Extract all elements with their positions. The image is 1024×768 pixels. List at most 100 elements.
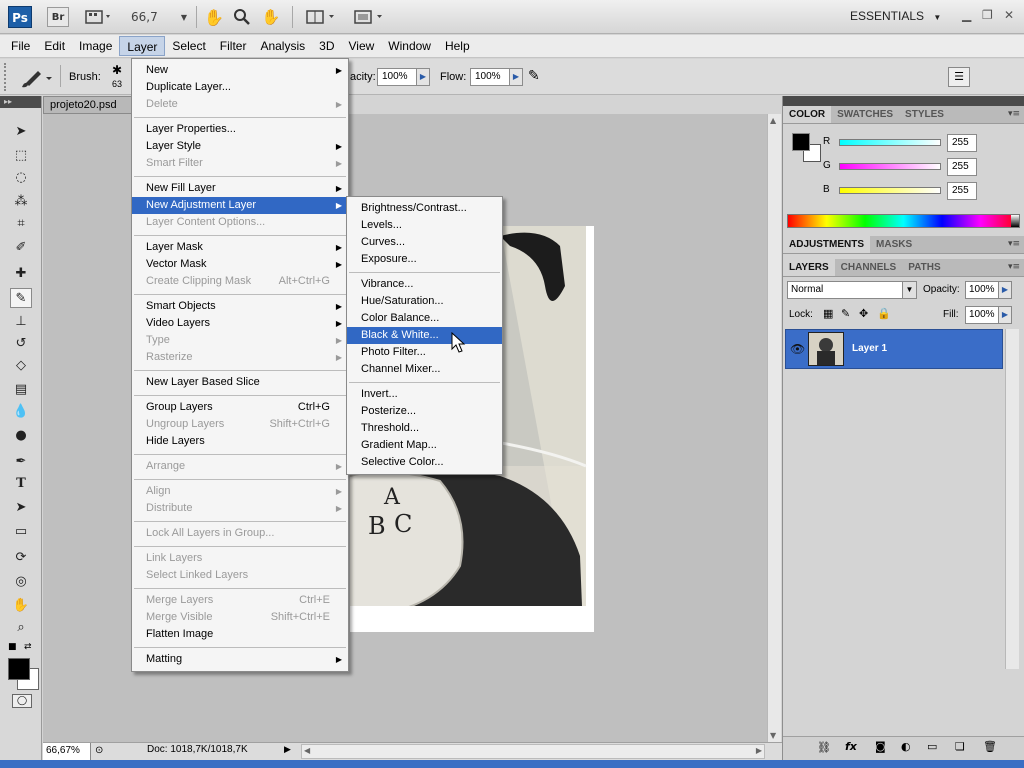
swap-colors-icon[interactable]: ⇄ [24, 642, 32, 652]
lock-all-icon[interactable]: 🔒 [877, 307, 891, 320]
document-tab[interactable]: projeto20.psd [43, 96, 143, 114]
bridge-button[interactable]: Br [47, 7, 69, 27]
status-info-icon[interactable]: ⊙ [95, 745, 103, 756]
panel-menu-icon[interactable]: ▾≡ [1008, 262, 1020, 272]
menu-item-new-layer-based-slice[interactable]: New Layer Based Slice [132, 374, 348, 391]
3d-rotate-tool-icon[interactable]: ⟳ [10, 548, 32, 568]
menu-item-posterize[interactable]: Posterize... [347, 403, 502, 420]
rotate-view-icon[interactable]: ✋ [260, 7, 282, 27]
menu-view[interactable]: View [341, 36, 381, 56]
color-ramp[interactable] [787, 214, 1020, 228]
eyedropper-tool-icon[interactable]: ✐ [10, 238, 32, 258]
green-channel-value[interactable]: 255 [947, 158, 977, 176]
link-layers-icon[interactable]: ⛓ [817, 741, 831, 754]
new-group-icon[interactable]: ▭ [927, 740, 937, 753]
menu-item-layer-mask[interactable]: Layer Mask ▶ [132, 239, 348, 256]
move-tool-icon[interactable]: ➤ [10, 122, 32, 142]
tab-paths[interactable]: PATHS [902, 259, 946, 276]
opacity-field[interactable]: 100% [377, 68, 417, 86]
brush-preset-picker[interactable]: ✱ 63 [108, 63, 128, 91]
menu-item-channel-mixer[interactable]: Channel Mixer... [347, 361, 502, 378]
menu-item-new[interactable]: New ▶ [132, 62, 348, 79]
lock-transparent-icon[interactable]: ▦ [823, 307, 833, 320]
hand-tool-icon[interactable]: ✋ [203, 7, 225, 27]
vertical-scrollbar[interactable]: ▲ ▼ [767, 114, 781, 742]
tab-layers[interactable]: LAYERS [783, 259, 835, 276]
menu-item-hide-layers[interactable]: Hide Layers [132, 433, 348, 450]
menu-item-duplicate-layer[interactable]: Duplicate Layer... [132, 79, 348, 96]
zoom-tool-icon[interactable] [231, 7, 253, 27]
tools-panel-header[interactable]: ▸▸ [0, 96, 41, 108]
green-channel-slider[interactable] [839, 163, 941, 170]
red-channel-slider[interactable] [839, 139, 941, 146]
menu-item-new-fill-layer[interactable]: New Fill Layer ▶ [132, 180, 348, 197]
menu-help[interactable]: Help [438, 36, 477, 56]
fill-field[interactable]: 100% [965, 306, 999, 324]
flow-field[interactable]: 100% [470, 68, 510, 86]
menu-item-smart-objects[interactable]: Smart Objects ▶ [132, 298, 348, 315]
zoom-tool-icon[interactable]: ⌕ [10, 618, 32, 638]
blue-channel-value[interactable]: 255 [947, 182, 977, 200]
menu-item-gradient-map[interactable]: Gradient Map... [347, 437, 502, 454]
rectangle-tool-icon[interactable]: ▭ [10, 522, 32, 542]
close-icon[interactable]: ✕ [1004, 8, 1014, 22]
menu-item-new-adjustment-layer[interactable]: New Adjustment Layer ▶ [132, 197, 348, 214]
gradient-tool-icon[interactable]: ▤ [10, 380, 32, 400]
adjustment-layer-icon[interactable]: ◐ [901, 740, 911, 753]
menu-item-video-layers[interactable]: Video Layers ▶ [132, 315, 348, 332]
quick-selection-tool-icon[interactable]: ⁂ [10, 192, 32, 212]
scroll-up-icon[interactable]: ▲ [770, 116, 776, 125]
new-layer-icon[interactable]: ❏ [955, 740, 965, 753]
panel-menu-icon[interactable]: ▾≡ [1008, 239, 1020, 249]
screen-mode-button[interactable] [352, 7, 388, 27]
tab-styles[interactable]: STYLES [899, 106, 950, 123]
crop-tool-icon[interactable]: ⌗ [10, 214, 32, 234]
menu-select[interactable]: Select [165, 36, 212, 56]
menu-item-black-white[interactable]: Black & White... [347, 327, 502, 344]
menu-item-curves[interactable]: Curves... [347, 234, 502, 251]
menu-item-vibrance[interactable]: Vibrance... [347, 276, 502, 293]
horizontal-scrollbar[interactable]: ◀ ▶ [301, 744, 765, 759]
layers-scrollbar[interactable] [1005, 329, 1019, 669]
lasso-tool-icon[interactable]: ◌ [10, 168, 32, 188]
trash-icon[interactable]: 🗑 [983, 740, 997, 753]
layer-opacity-field[interactable]: 100% [965, 281, 999, 299]
red-channel-value[interactable]: 255 [947, 134, 977, 152]
menu-item-levels[interactable]: Levels... [347, 217, 502, 234]
menu-item-layer-style[interactable]: Layer Style ▶ [132, 138, 348, 155]
menu-file[interactable]: File [4, 36, 37, 56]
history-brush-tool-icon[interactable]: ↺ [10, 334, 32, 354]
hand-tool-icon[interactable]: ✋ [10, 596, 32, 616]
blend-mode-select[interactable]: Normal ▼ [787, 281, 917, 299]
grip-handle[interactable] [4, 63, 9, 91]
menu-item-brightness-contrast[interactable]: Brightness/Contrast... [347, 200, 502, 217]
quick-mask-icon[interactable]: ◯ [12, 694, 32, 708]
workspace-switcher[interactable]: ESSENTIALS ▼ [850, 9, 941, 23]
eye-icon[interactable]: 👁 [790, 342, 805, 356]
tab-color[interactable]: COLOR [783, 106, 832, 123]
foreground-color-swatch[interactable] [8, 658, 30, 680]
menu-item-matting[interactable]: Matting ▶ [132, 651, 348, 668]
tab-masks[interactable]: MASKS [870, 236, 918, 253]
blue-channel-slider[interactable] [839, 187, 941, 194]
healing-brush-tool-icon[interactable]: ✚ [10, 264, 32, 284]
tab-adjustments[interactable]: ADJUSTMENTS [783, 236, 871, 253]
panel-dock-header[interactable] [783, 96, 1024, 106]
tab-channels[interactable]: CHANNELS [835, 259, 903, 276]
add-mask-icon[interactable]: ◙ [875, 740, 886, 753]
chevron-right-icon[interactable]: ▶ [998, 306, 1012, 324]
menu-item-photo-filter[interactable]: Photo Filter... [347, 344, 502, 361]
foreground-color-chip[interactable] [792, 133, 810, 151]
tool-preset-picker[interactable] [18, 65, 58, 89]
menu-item-threshold[interactable]: Threshold... [347, 420, 502, 437]
tab-swatches[interactable]: SWATCHES [831, 106, 899, 123]
black-white-ramp[interactable] [1011, 215, 1019, 227]
menu-layer[interactable]: Layer [119, 36, 166, 56]
path-selection-tool-icon[interactable]: ➤ [10, 498, 32, 518]
marquee-tool-icon[interactable]: ⬚ [10, 146, 32, 166]
type-tool-icon[interactable]: T [10, 474, 32, 494]
menu-item-hue-saturation[interactable]: Hue/Saturation... [347, 293, 502, 310]
zoom-percentage-field[interactable]: 66,67% [43, 743, 91, 760]
chevron-right-icon[interactable]: ▶ [998, 281, 1012, 299]
menu-item-vector-mask[interactable]: Vector Mask ▶ [132, 256, 348, 273]
